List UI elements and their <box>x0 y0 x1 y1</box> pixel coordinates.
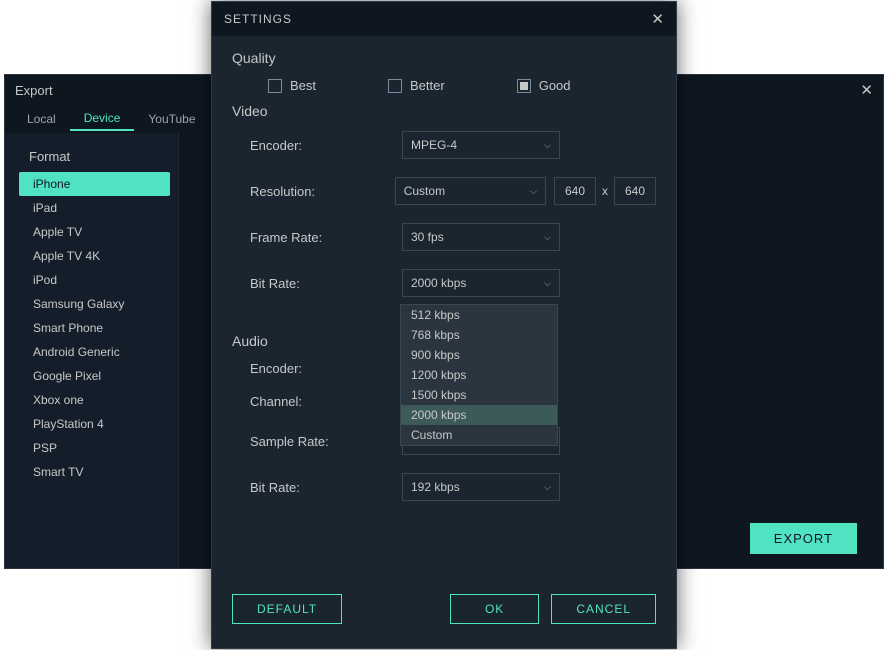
audio-bitrate-select[interactable]: 192 kbps ⌵ <box>402 473 560 501</box>
video-framerate-select[interactable]: 30 fps ⌵ <box>402 223 560 251</box>
format-item-psp[interactable]: PSP <box>5 436 178 460</box>
format-title: Format <box>5 143 178 172</box>
audio-samplerate-label: Sample Rate: <box>250 434 402 449</box>
settings-body: Quality Best Better Good Video Encoder: … <box>212 36 676 501</box>
video-bitrate-label: Bit Rate: <box>250 276 402 291</box>
audio-bitrate-label: Bit Rate: <box>250 480 402 495</box>
tab-youtube[interactable]: YouTube <box>134 108 209 130</box>
export-button[interactable]: EXPORT <box>750 523 857 554</box>
chevron-down-icon: ⌵ <box>544 232 551 243</box>
quality-good-checkbox[interactable]: Good <box>517 78 571 93</box>
video-resolution-value: Custom <box>404 184 445 198</box>
video-framerate-value: 30 fps <box>411 230 444 244</box>
format-item-smarttv[interactable]: Smart TV <box>5 460 178 484</box>
checkbox-icon <box>388 79 402 93</box>
format-item-xbox[interactable]: Xbox one <box>5 388 178 412</box>
video-encoder-label: Encoder: <box>250 138 402 153</box>
video-framerate-label: Frame Rate: <box>250 230 402 245</box>
chevron-down-icon: ⌵ <box>544 278 551 289</box>
quality-row: Best Better Good <box>232 78 656 93</box>
video-resolution-label: Resolution: <box>250 184 395 199</box>
bitrate-option[interactable]: 900 kbps <box>401 345 557 365</box>
video-encoder-row: Encoder: MPEG-4 ⌵ <box>232 131 656 159</box>
bitrate-option[interactable]: 2000 kbps <box>401 405 557 425</box>
video-bitrate-dropdown: 512 kbps 768 kbps 900 kbps 1200 kbps 150… <box>400 304 558 446</box>
settings-modal: SETTINGS ✕ Quality Best Better Good Vide… <box>211 1 677 649</box>
video-framerate-row: Frame Rate: 30 fps ⌵ <box>232 223 656 251</box>
resolution-inputs: 640 x 640 <box>554 177 656 205</box>
format-item-appletv4k[interactable]: Apple TV 4K <box>5 244 178 268</box>
audio-encoder-label: Encoder: <box>250 361 402 376</box>
resolution-height-input[interactable]: 640 <box>614 177 656 205</box>
audio-channel-label: Channel: <box>250 394 402 409</box>
cancel-button[interactable]: CANCEL <box>551 594 656 624</box>
format-item-samsung[interactable]: Samsung Galaxy <box>5 292 178 316</box>
bitrate-option[interactable]: 1200 kbps <box>401 365 557 385</box>
quality-better-checkbox[interactable]: Better <box>388 78 445 93</box>
audio-bitrate-value: 192 kbps <box>411 480 460 494</box>
video-bitrate-select[interactable]: 2000 kbps ⌵ <box>402 269 560 297</box>
close-icon[interactable]: ✕ <box>651 10 664 28</box>
format-item-android[interactable]: Android Generic <box>5 340 178 364</box>
video-section-label: Video <box>232 103 656 119</box>
quality-best-checkbox[interactable]: Best <box>268 78 316 93</box>
settings-header: SETTINGS ✕ <box>212 2 676 36</box>
format-item-appletv[interactable]: Apple TV <box>5 220 178 244</box>
settings-footer: DEFAULT OK CANCEL <box>232 594 656 624</box>
quality-section-label: Quality <box>232 50 656 66</box>
resolution-width-input[interactable]: 640 <box>554 177 596 205</box>
default-button[interactable]: DEFAULT <box>232 594 342 624</box>
checkbox-icon <box>268 79 282 93</box>
video-resolution-select[interactable]: Custom ⌵ <box>395 177 546 205</box>
format-item-ps4[interactable]: PlayStation 4 <box>5 412 178 436</box>
video-encoder-value: MPEG-4 <box>411 138 457 152</box>
audio-bitrate-row: Bit Rate: 192 kbps ⌵ <box>232 473 656 501</box>
chevron-down-icon: ⌵ <box>544 140 551 151</box>
video-bitrate-value: 2000 kbps <box>411 276 466 290</box>
format-sidebar: Format iPhone iPad Apple TV Apple TV 4K … <box>5 133 179 568</box>
format-item-iphone[interactable]: iPhone <box>19 172 170 196</box>
bitrate-option[interactable]: 1500 kbps <box>401 385 557 405</box>
settings-title: SETTINGS <box>224 12 292 26</box>
format-item-ipod[interactable]: iPod <box>5 268 178 292</box>
quality-best-label: Best <box>290 78 316 93</box>
video-resolution-row: Resolution: Custom ⌵ 640 x 640 <box>232 177 656 205</box>
ok-button[interactable]: OK <box>450 594 539 624</box>
quality-better-label: Better <box>410 78 445 93</box>
resolution-x-label: x <box>602 184 608 198</box>
video-encoder-select[interactable]: MPEG-4 ⌵ <box>402 131 560 159</box>
tab-local[interactable]: Local <box>13 108 70 130</box>
bitrate-option[interactable]: 768 kbps <box>401 325 557 345</box>
bitrate-option[interactable]: 512 kbps <box>401 305 557 325</box>
close-icon[interactable]: ✕ <box>860 81 873 99</box>
format-item-smartphone[interactable]: Smart Phone <box>5 316 178 340</box>
format-item-pixel[interactable]: Google Pixel <box>5 364 178 388</box>
tab-device[interactable]: Device <box>70 107 135 131</box>
footer-right: OK CANCEL <box>450 594 656 624</box>
format-item-ipad[interactable]: iPad <box>5 196 178 220</box>
video-bitrate-row: Bit Rate: 2000 kbps ⌵ <box>232 269 656 297</box>
bitrate-option[interactable]: Custom <box>401 425 557 445</box>
export-title: Export <box>15 83 53 98</box>
chevron-down-icon: ⌵ <box>530 186 537 197</box>
chevron-down-icon: ⌵ <box>544 482 551 493</box>
quality-good-label: Good <box>539 78 571 93</box>
checkbox-icon <box>517 79 531 93</box>
